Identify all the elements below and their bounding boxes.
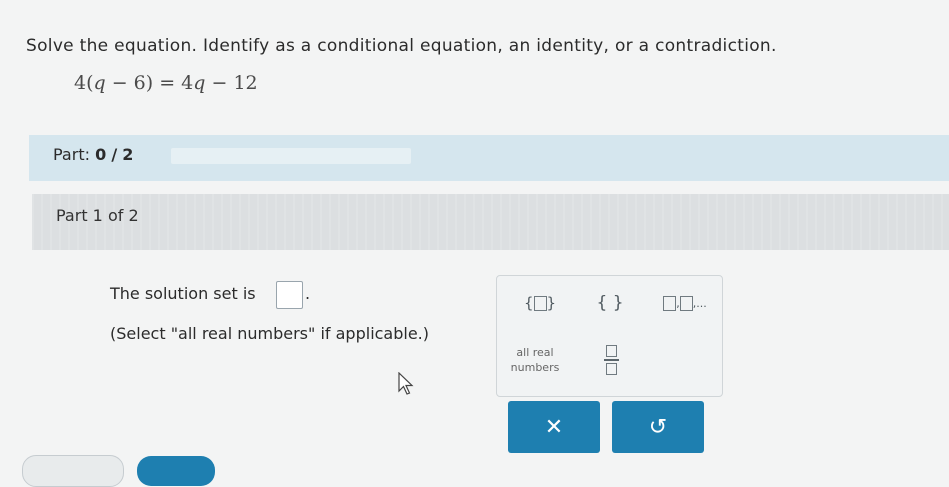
select-all-real-hint: (Select "all real numbers" if applicable… [110, 324, 430, 343]
part-current: 0 [95, 145, 107, 164]
equation-variable-2: q [193, 72, 206, 94]
solution-period: . [305, 284, 311, 303]
equation-coef: 4 [74, 72, 87, 94]
list-square-icon-2 [679, 295, 693, 311]
fraction-button[interactable] [593, 340, 629, 380]
all-real-line1: all real [516, 346, 554, 359]
equation-rest: − 12 [205, 72, 258, 94]
part-progress-label: Part: 0 / 2 [53, 145, 133, 164]
open-brace: { [523, 294, 534, 312]
list-ellipsis: ,... [692, 296, 707, 310]
equation-variable: q [93, 72, 106, 94]
list-elements-button[interactable]: ,,... [652, 288, 718, 318]
solution-set-text: The solution set is [110, 284, 256, 303]
equation: 4(q − 6) = 4q − 12 [74, 72, 258, 94]
undo-button[interactable]: ↺ [612, 401, 704, 453]
all-real-line2: numbers [510, 361, 560, 374]
answer-input-box[interactable] [276, 281, 303, 309]
primary-footer-button[interactable] [137, 456, 215, 486]
mouse-pointer-icon [398, 372, 414, 395]
clear-button[interactable]: ✕ [508, 401, 600, 453]
close-icon: ✕ [544, 414, 564, 440]
placeholder-square-icon [533, 295, 547, 311]
question-prompt: Solve the equation. Identify as a condit… [26, 36, 777, 56]
equation-open-paren: ( [86, 72, 94, 94]
part-label-text: Part: [53, 145, 90, 164]
math-palette: {} { } ,,... all real numbers [496, 275, 723, 397]
empty-set-button[interactable]: { } [585, 288, 635, 318]
secondary-footer-button[interactable] [22, 455, 124, 487]
part-separator: / [111, 145, 118, 164]
equation-middle: − 6) = 4 [105, 72, 194, 94]
part-progress-bar: Part: 0 / 2 [29, 135, 949, 181]
part-total: 2 [122, 145, 134, 164]
part-header-title: Part 1 of 2 [56, 206, 139, 225]
close-brace: } [546, 294, 557, 312]
list-square-icon [663, 295, 677, 311]
all-real-numbers-button[interactable]: all real numbers [503, 342, 567, 378]
empty-set-symbol: { } [596, 293, 624, 313]
progress-track [171, 148, 411, 164]
set-braces-button[interactable]: {} [515, 288, 565, 318]
undo-icon: ↺ [648, 414, 668, 440]
part-header: Part 1 of 2 [32, 194, 949, 250]
fraction-icon [603, 345, 619, 375]
